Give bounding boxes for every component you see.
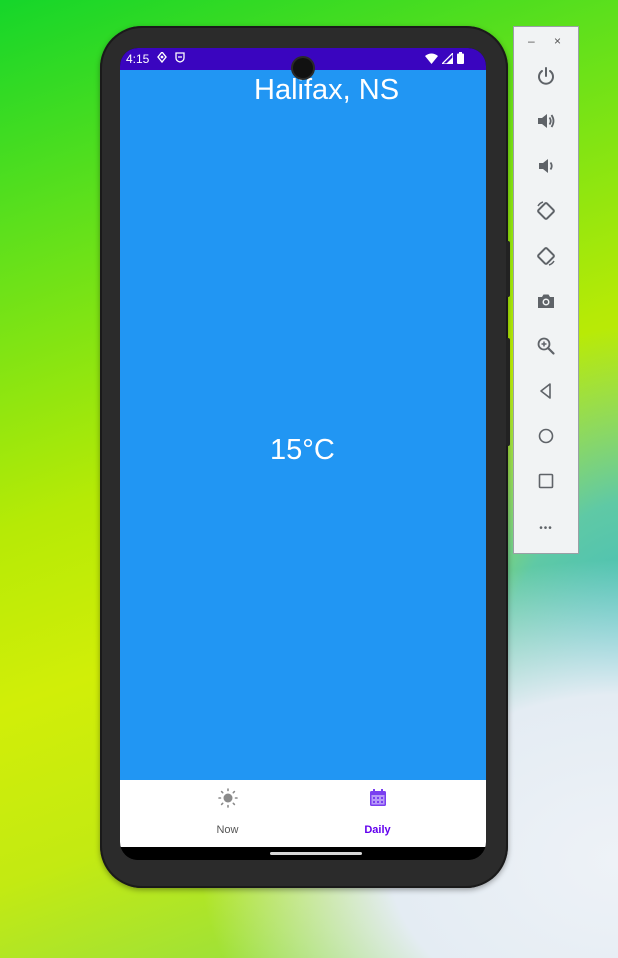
sun-icon	[217, 788, 238, 808]
gesture-bar-area	[120, 847, 486, 860]
overview-button[interactable]	[534, 471, 558, 495]
minimize-button[interactable]: –	[528, 34, 535, 48]
rotate-right-icon	[535, 245, 557, 272]
wifi-icon	[425, 53, 438, 67]
screenshot-button[interactable]	[534, 291, 558, 315]
volume-down-button[interactable]	[534, 156, 558, 180]
back-icon	[537, 382, 555, 405]
nav-label-daily: Daily	[364, 824, 391, 836]
nav-label-now: Now	[216, 824, 239, 836]
volume-down-icon	[536, 156, 556, 181]
toolbar-window-controls: – ×	[514, 33, 580, 53]
home-button[interactable]	[534, 426, 558, 450]
front-camera	[293, 58, 313, 78]
volume-up-button[interactable]	[534, 111, 558, 135]
side-button	[506, 338, 510, 446]
weather-app-content: Halifax, NS 15°C	[120, 70, 486, 780]
camera-icon	[536, 291, 556, 316]
home-icon	[537, 427, 555, 450]
bottom-navigation: Now Daily	[120, 780, 486, 847]
home-gesture-handle[interactable]	[270, 852, 362, 855]
emulator-toolbar: – × •••	[513, 26, 579, 554]
calendar-icon	[368, 788, 388, 808]
rotate-left-button[interactable]	[534, 200, 558, 227]
nav-item-daily[interactable]: Daily	[286, 780, 469, 847]
temperature-value: 15°C	[270, 434, 335, 466]
location-icon	[157, 50, 168, 66]
zoom-icon	[536, 336, 556, 361]
signal-icon	[440, 50, 454, 67]
rotate-left-icon	[535, 200, 557, 227]
shield-icon	[175, 52, 186, 66]
power-icon	[536, 66, 556, 91]
more-icon: •••	[539, 522, 553, 534]
close-button[interactable]: ×	[554, 34, 561, 48]
status-time: 4:15	[126, 52, 150, 66]
rotate-right-button[interactable]	[534, 246, 558, 270]
battery-icon	[457, 52, 464, 67]
volume-up-icon	[536, 111, 556, 136]
power-button[interactable]	[534, 66, 558, 90]
overview-icon	[537, 472, 555, 495]
side-button	[506, 241, 510, 297]
zoom-button[interactable]	[534, 336, 558, 360]
more-button[interactable]: •••	[534, 516, 558, 540]
device-screen: 4:15 Halifax, NS 15°C Now Daily	[120, 48, 486, 860]
back-button[interactable]	[534, 381, 558, 405]
city-name: Halifax, NS	[254, 74, 400, 106]
